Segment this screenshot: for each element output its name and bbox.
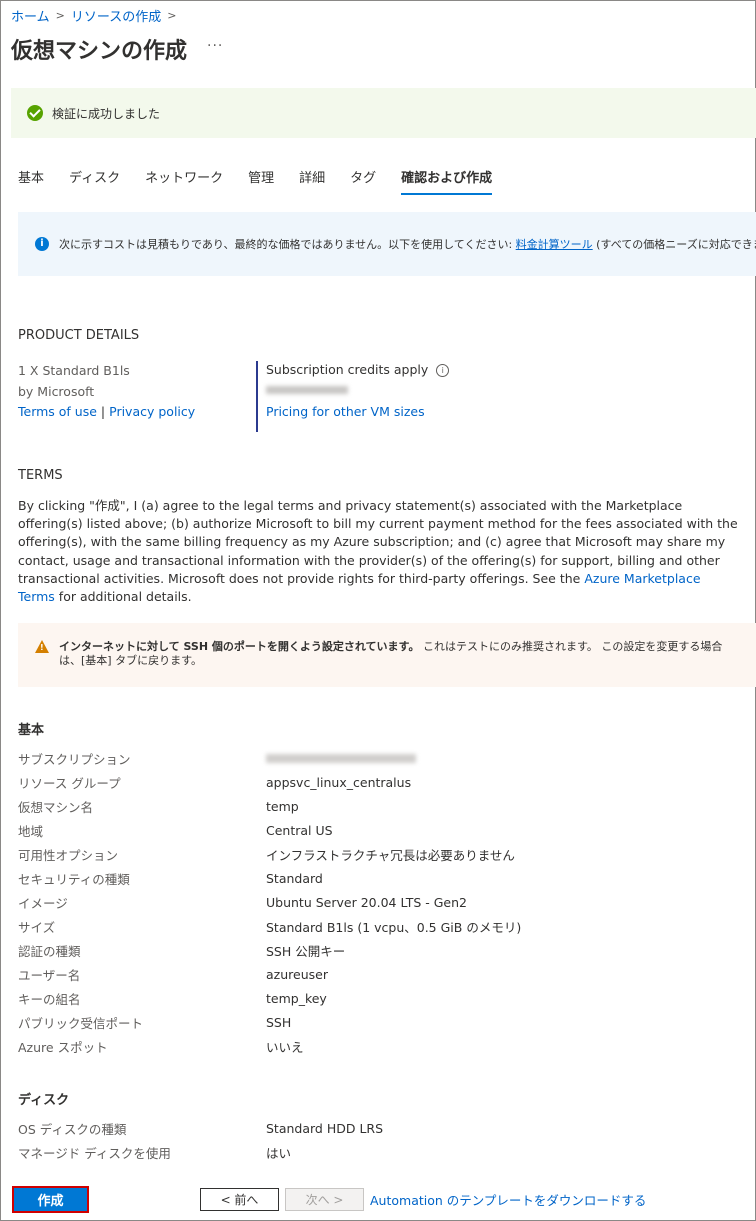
ssh-warning-banner: ! インターネットに対して SSH 個のポートを開くよう設定されています。 これ… bbox=[18, 623, 756, 687]
summary-row-vm-name: 仮想マシン名 temp bbox=[18, 794, 738, 818]
row-value: azureuser bbox=[266, 966, 328, 982]
summary-row-security-type: セキュリティの種類 Standard bbox=[18, 866, 738, 890]
tab-tags[interactable]: タグ bbox=[350, 167, 376, 195]
row-value: はい bbox=[266, 1145, 292, 1161]
summary-row-auth-type: 認証の種類 SSH 公開キー bbox=[18, 938, 738, 962]
pricing-other-sizes-link[interactable]: Pricing for other VM sizes bbox=[266, 404, 425, 419]
row-value: Central US bbox=[266, 822, 333, 838]
info-icon[interactable]: i bbox=[436, 363, 450, 377]
tab-advanced[interactable]: 詳細 bbox=[299, 167, 325, 195]
summary-row-image: イメージ Ubuntu Server 20.04 LTS - Gen2 bbox=[18, 890, 738, 914]
tab-management[interactable]: 管理 bbox=[248, 167, 274, 195]
product-name: 1 X Standard B1ls bbox=[18, 363, 130, 378]
row-label: パブリック受信ポート bbox=[18, 1015, 144, 1031]
pricing-calculator-link[interactable]: 料金計算ツール bbox=[516, 238, 593, 251]
summary-row-os-disk-type: OS ディスクの種類 Standard HDD LRS bbox=[18, 1116, 738, 1140]
breadcrumb: ホーム > リソースの作成 > bbox=[11, 6, 182, 25]
row-value: Ubuntu Server 20.04 LTS - Gen2 bbox=[266, 894, 467, 910]
redacted-subscription bbox=[266, 753, 416, 763]
warning-text: インターネットに対して SSH 個のポートを開くよう設定されています。 これはテ… bbox=[59, 640, 739, 668]
tab-review-create[interactable]: 確認および作成 bbox=[401, 167, 493, 195]
subscription-credits: Subscription credits apply i bbox=[266, 361, 450, 379]
check-circle-icon bbox=[27, 105, 43, 121]
row-value: SSH 公開キー bbox=[266, 943, 346, 959]
warning-icon: ! bbox=[35, 640, 49, 653]
row-value: SSH bbox=[266, 1014, 292, 1030]
summary-row-managed-disks: マネージド ディスクを使用 はい bbox=[18, 1140, 738, 1164]
row-label: OS ディスクの種類 bbox=[18, 1121, 127, 1137]
row-value: Standard bbox=[266, 870, 323, 886]
basics-section-heading: 基本 bbox=[18, 723, 45, 738]
row-value: temp bbox=[266, 798, 299, 814]
row-value: Standard HDD LRS bbox=[266, 1120, 384, 1136]
summary-row-size: サイズ Standard B1ls (1 vcpu、0.5 GiB のメモリ) bbox=[18, 914, 738, 938]
summary-row-username: ユーザー名 azureuser bbox=[18, 962, 738, 986]
previous-button[interactable]: < 前へ bbox=[200, 1188, 279, 1211]
row-label: 仮想マシン名 bbox=[18, 799, 94, 815]
row-label: サブスクリプション bbox=[18, 751, 131, 767]
row-label: キーの組名 bbox=[18, 991, 81, 1007]
product-links: Terms of use | Privacy policy bbox=[18, 402, 195, 423]
summary-row-key-pair: キーの組名 temp_key bbox=[18, 986, 738, 1010]
summary-row-resource-group: リソース グループ appsvc_linux_centralus bbox=[18, 770, 738, 794]
cost-info-banner: i 次に示すコストは見積もりであり、最終的な価格ではありません。以下を使用してく… bbox=[18, 212, 756, 276]
terms-of-use-link[interactable]: Terms of use bbox=[18, 404, 97, 419]
row-value: Standard B1ls (1 vcpu、0.5 GiB のメモリ) bbox=[266, 919, 522, 935]
row-label: イメージ bbox=[18, 895, 68, 911]
warning-bold-text: インターネットに対して SSH 個のポートを開くよう設定されています。 bbox=[59, 640, 420, 653]
terms-heading: TERMS bbox=[18, 468, 63, 483]
breadcrumb-home[interactable]: ホーム bbox=[11, 6, 50, 25]
row-value: いいえ bbox=[266, 1039, 304, 1055]
row-label: 可用性オプション bbox=[18, 847, 119, 863]
validation-text: 検証に成功しました bbox=[52, 106, 161, 121]
row-label: Azure スポット bbox=[18, 1039, 108, 1055]
tab-networking[interactable]: ネットワーク bbox=[145, 167, 223, 195]
info-icon: i bbox=[35, 237, 49, 251]
cost-info-suffix: (すべての価格ニーズに対応できます)。 bbox=[596, 238, 756, 251]
row-value: appsvc_linux_centralus bbox=[266, 774, 412, 790]
chevron-right-icon: > bbox=[167, 9, 177, 22]
validation-success-banner: 検証に成功しました bbox=[11, 88, 756, 138]
tab-disks[interactable]: ディスク bbox=[69, 167, 120, 195]
product-details-heading: PRODUCT DETAILS bbox=[18, 328, 140, 343]
summary-row-inbound-ports: パブリック受信ポート SSH bbox=[18, 1010, 738, 1034]
product-publisher: by Microsoft bbox=[18, 383, 95, 399]
disk-section-heading: ディスク bbox=[18, 1093, 70, 1108]
subscription-credits-label: Subscription credits apply bbox=[266, 362, 429, 377]
create-button[interactable]: 作成 bbox=[12, 1186, 89, 1213]
tab-basics[interactable]: 基本 bbox=[18, 167, 44, 195]
privacy-policy-link[interactable]: Privacy policy bbox=[109, 404, 195, 419]
tab-bar: 基本 ディスク ネットワーク 管理 詳細 タグ 確認および作成 bbox=[18, 167, 493, 195]
product-summary: 1 X Standard B1ls by Microsoft Terms of … bbox=[18, 361, 195, 423]
row-value: temp_key bbox=[266, 990, 327, 1006]
terms-body: By clicking "作成", I (a) agree to the leg… bbox=[18, 497, 740, 606]
terms-tail: for additional details. bbox=[58, 589, 192, 605]
chevron-right-icon: > bbox=[55, 9, 65, 22]
summary-row-region: 地域 Central US bbox=[18, 818, 738, 842]
more-options-button[interactable]: ··· bbox=[207, 38, 223, 54]
row-label: ユーザー名 bbox=[18, 967, 81, 983]
summary-row-azure-spot: Azure スポット いいえ bbox=[18, 1034, 738, 1058]
cost-info-message: 次に示すコストは見積もりであり、最終的な価格ではありません。以下を使用してくださ… bbox=[59, 238, 513, 251]
page-title: 仮想マシンの作成 bbox=[11, 39, 188, 64]
cost-info-text: 次に示すコストは見積もりであり、最終的な価格ではありません。以下を使用してくださ… bbox=[59, 236, 756, 252]
row-label: 地域 bbox=[18, 823, 44, 839]
row-label: マネージド ディスクを使用 bbox=[18, 1145, 171, 1161]
row-label: 認証の種類 bbox=[18, 943, 81, 959]
row-label: サイズ bbox=[18, 919, 56, 935]
row-label: リソース グループ bbox=[18, 775, 121, 791]
product-pricing: Subscription credits apply i Pricing for… bbox=[256, 361, 450, 432]
row-label: セキュリティの種類 bbox=[18, 871, 130, 887]
next-button[interactable]: 次へ > bbox=[285, 1188, 364, 1211]
breadcrumb-create[interactable]: リソースの作成 bbox=[71, 6, 161, 25]
download-automation-template-link[interactable]: Automation のテンプレートをダウンロードする bbox=[370, 1190, 646, 1209]
row-value: インフラストラクチャ冗長は必要ありません bbox=[266, 847, 515, 863]
link-separator: | bbox=[100, 404, 106, 419]
redacted-price bbox=[266, 386, 348, 394]
summary-row-availability: 可用性オプション インフラストラクチャ冗長は必要ありません bbox=[18, 842, 738, 866]
summary-row-subscription: サブスクリプション bbox=[18, 746, 738, 770]
